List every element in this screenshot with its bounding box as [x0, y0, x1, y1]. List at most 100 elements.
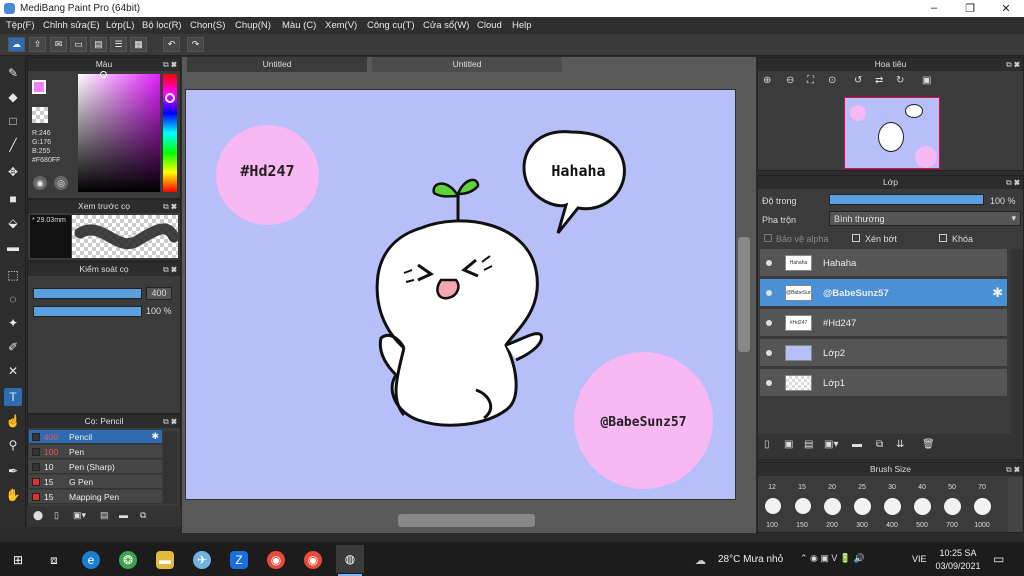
color-wheel-icon[interactable]: ◎: [54, 176, 68, 190]
layer-row-selected[interactable]: @BabeSunz57 @BabeSunz57 ✱: [760, 279, 1007, 307]
size-label[interactable]: 40: [909, 484, 935, 491]
tray-icons[interactable]: ⌃ ◉ ▣ V 🔋 🔊: [800, 553, 865, 564]
visibility-icon[interactable]: [766, 350, 772, 356]
size-dot[interactable]: [795, 498, 811, 514]
gear-icon[interactable]: ✱: [992, 285, 1003, 301]
grid-icon[interactable]: ▦: [130, 37, 147, 52]
brush-size-scrollbar[interactable]: [1008, 477, 1022, 532]
file-explorer-icon[interactable]: ▬: [156, 551, 174, 569]
maximize-button[interactable]: ❐: [955, 2, 985, 15]
chrome-profile-icon[interactable]: ◉: [304, 551, 322, 569]
size-dot[interactable]: [914, 498, 931, 515]
panel-controls-icon[interactable]: ⧉ ✖: [163, 415, 177, 428]
menu-edit[interactable]: Chỉnh sửa(E): [43, 20, 100, 31]
drawing-canvas[interactable]: #Hd247 @BabeSunz57 Hahaha: [185, 89, 736, 500]
palette-icon[interactable]: ◉: [33, 176, 47, 190]
layer-row[interactable]: Lớp1: [760, 369, 1007, 397]
move-tool-icon[interactable]: ✥: [4, 163, 22, 181]
panel-controls-icon[interactable]: ⧉ ✖: [1006, 58, 1020, 71]
brush-settings-icon[interactable]: ▤: [100, 510, 109, 521]
size-dot[interactable]: [765, 498, 781, 514]
size-label[interactable]: 12: [759, 484, 785, 491]
panel-controls-icon[interactable]: ⧉ ✖: [163, 263, 177, 276]
size-label[interactable]: 30: [879, 484, 905, 491]
delete-layer-icon[interactable]: 🗑: [922, 439, 935, 450]
language-indicator[interactable]: VIE: [912, 554, 927, 564]
menu-filter[interactable]: Bộ lọc(R): [142, 20, 182, 31]
app-bird-icon[interactable]: ✈: [193, 551, 211, 569]
layer-row[interactable]: Hahaha Hahaha: [760, 249, 1007, 277]
brush-size-input[interactable]: 400: [146, 287, 172, 300]
share-icon[interactable]: ⇪: [29, 37, 46, 52]
rotate-left-icon[interactable]: ↺: [854, 75, 862, 86]
add-brush-icon[interactable]: ⬤: [33, 510, 43, 521]
flip-icon[interactable]: ⇄: [875, 75, 883, 86]
minimize-button[interactable]: –: [919, 2, 949, 14]
size-label[interactable]: 25: [849, 484, 875, 491]
size-label[interactable]: 150: [789, 522, 815, 529]
redo-icon[interactable]: ↷: [187, 37, 204, 52]
folder-icon[interactable]: ▬: [119, 510, 128, 520]
brush-tool-icon[interactable]: ✎: [4, 64, 22, 82]
brush-list-scrollbar[interactable]: [163, 431, 177, 504]
zoom-icon[interactable]: ⊙: [828, 75, 836, 86]
menu-select[interactable]: Chọn(S): [190, 20, 225, 31]
gradient-tool-icon[interactable]: ▬: [4, 238, 22, 256]
menu-color[interactable]: Màu (C): [282, 20, 316, 31]
menu-help[interactable]: Help: [512, 20, 532, 31]
new-halftone-layer-icon[interactable]: ▣: [784, 439, 793, 450]
brush-item-pen-sharp[interactable]: 10 Pen (Sharp): [29, 460, 162, 474]
windows-start-icon[interactable]: ⊞: [9, 551, 27, 569]
hand-tool-icon[interactable]: ✋: [4, 486, 22, 504]
visibility-icon[interactable]: [766, 380, 772, 386]
size-label[interactable]: 200: [819, 522, 845, 529]
reset-icon[interactable]: ▣: [922, 75, 931, 86]
clip-checkbox[interactable]: [852, 234, 860, 242]
panel-controls-icon[interactable]: ⧉ ✖: [163, 200, 177, 213]
size-label[interactable]: 100: [759, 522, 785, 529]
saturation-picker[interactable]: [78, 74, 160, 192]
duplicate-icon[interactable]: ⧉: [140, 510, 146, 521]
line-tool-icon[interactable]: ╱: [4, 136, 22, 154]
magic-wand-tool-icon[interactable]: ✦: [4, 314, 22, 332]
comment-icon[interactable]: ✉: [50, 37, 67, 52]
vertical-scrollbar-thumb[interactable]: [738, 237, 750, 352]
operation-tool-icon[interactable]: ☝: [4, 412, 22, 430]
menu-window[interactable]: Cửa sổ(W): [423, 20, 469, 31]
fit-icon[interactable]: ⛶: [807, 75, 814, 86]
clock-time[interactable]: 10:25 SA: [935, 548, 981, 558]
notification-icon[interactable]: ▭: [993, 552, 1004, 566]
lasso-tool-icon[interactable]: ◌: [4, 290, 22, 308]
gear-icon[interactable]: ✱: [151, 431, 159, 442]
size-label[interactable]: 500: [909, 522, 935, 529]
app-green-icon[interactable]: ❂: [119, 551, 137, 569]
blend-mode-select[interactable]: Bình thường ▾: [829, 211, 1021, 226]
size-label[interactable]: 400: [879, 522, 905, 529]
lock-checkbox[interactable]: [939, 234, 947, 242]
size-dot[interactable]: [824, 498, 841, 515]
new-layer-icon[interactable]: ▯: [764, 439, 770, 450]
task-view-icon[interactable]: ⧈: [45, 551, 63, 569]
tab-untitled-2[interactable]: Untitled: [372, 57, 562, 72]
menu-file[interactable]: Tệp(F): [6, 20, 35, 31]
size-dot[interactable]: [854, 498, 871, 515]
document-icon[interactable]: ▤: [90, 37, 107, 52]
size-label[interactable]: 700: [939, 522, 965, 529]
eyedropper-tool-icon[interactable]: ✒: [4, 462, 22, 480]
size-label[interactable]: 1000: [969, 522, 995, 529]
protect-alpha-checkbox[interactable]: [764, 234, 772, 242]
layer-row[interactable]: #Hd247 #Hd247: [760, 309, 1007, 337]
hue-cursor[interactable]: [165, 93, 175, 103]
saturation-cursor[interactable]: [100, 71, 107, 78]
zalo-icon[interactable]: Z: [230, 551, 248, 569]
eraser-tool-icon[interactable]: ◆: [4, 88, 22, 106]
undo-icon[interactable]: ↶: [163, 37, 180, 52]
layer-folder-icon[interactable]: ▬: [852, 439, 862, 450]
brush-item-g-pen[interactable]: 15 G Pen: [29, 475, 162, 489]
tab-untitled-1[interactable]: Untitled: [187, 57, 367, 72]
list-icon[interactable]: ☰: [110, 37, 127, 52]
bucket-tool-icon[interactable]: ⬙: [4, 214, 22, 232]
edge-icon[interactable]: e: [82, 551, 100, 569]
menu-view[interactable]: Xem(V): [325, 20, 357, 31]
weather-icon[interactable]: ☁: [695, 554, 706, 567]
